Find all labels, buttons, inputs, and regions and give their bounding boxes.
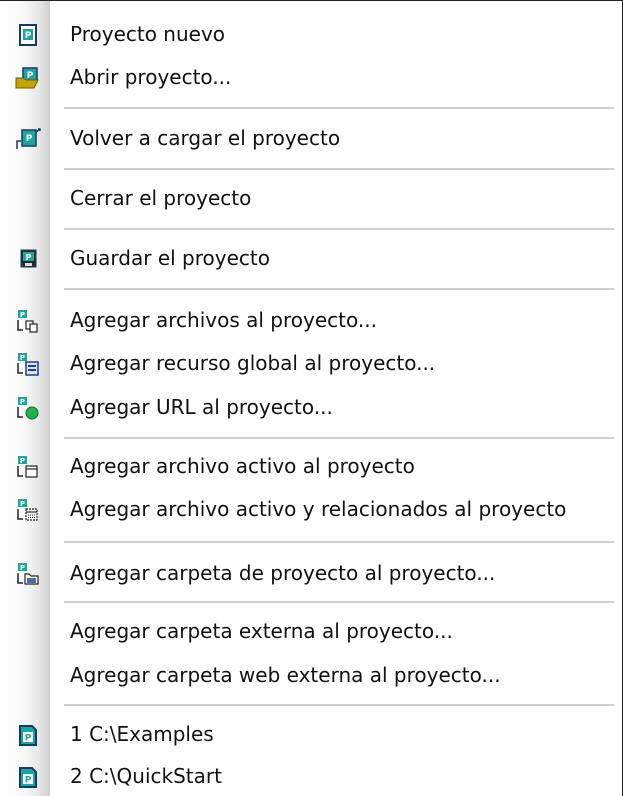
menu-separator bbox=[64, 704, 614, 706]
svg-text:P: P bbox=[20, 564, 25, 572]
menu-separator bbox=[64, 541, 614, 543]
menu-item-save-project[interactable]: P Guardar el proyecto bbox=[0, 238, 622, 278]
menu-item-recent-project-1[interactable]: P 1 C:\Examples bbox=[0, 714, 622, 754]
menu-item-new-project[interactable]: P Proyecto nuevo bbox=[0, 14, 622, 54]
menu-separator bbox=[64, 437, 614, 439]
menu-separator bbox=[64, 601, 614, 603]
reload-project-icon: P bbox=[14, 127, 42, 151]
menu-item-label: Volver a cargar el proyecto bbox=[70, 126, 341, 150]
svg-text:P: P bbox=[20, 354, 25, 362]
menu-separator bbox=[64, 107, 614, 109]
svg-text:P: P bbox=[20, 311, 25, 319]
add-project-folder-icon: P bbox=[14, 562, 42, 586]
svg-text:P: P bbox=[26, 253, 32, 262]
svg-text:P: P bbox=[20, 398, 25, 406]
menu-item-label: 1 C:\Examples bbox=[70, 722, 214, 746]
menu-separator bbox=[64, 168, 614, 170]
add-global-resource-icon: P bbox=[14, 352, 42, 376]
menu-item-add-project-folder[interactable]: P Agregar carpeta de proyecto al proyect… bbox=[0, 553, 622, 593]
menu-item-label: Guardar el proyecto bbox=[70, 246, 270, 270]
svg-text:P: P bbox=[20, 500, 25, 508]
svg-text:P: P bbox=[25, 734, 32, 744]
recent-project-icon: P bbox=[14, 723, 42, 747]
menu-item-label: Agregar recurso global al proyecto... bbox=[70, 351, 436, 375]
menu-item-label: Agregar archivo activo al proyecto bbox=[70, 454, 415, 478]
menu-item-add-active-file[interactable]: P Agregar archivo activo al proyecto bbox=[0, 446, 622, 486]
svg-text:P: P bbox=[26, 134, 33, 144]
menu-item-label: Agregar carpeta de proyecto al proyecto.… bbox=[70, 561, 496, 585]
menu-item-add-files[interactable]: P Agregar archivos al proyecto... bbox=[0, 300, 622, 340]
menu-item-label: Cerrar el proyecto bbox=[70, 186, 252, 210]
new-project-icon: P bbox=[14, 23, 42, 47]
menu-item-close-project[interactable]: Cerrar el proyecto bbox=[0, 178, 622, 218]
menu-item-recent-project-2[interactable]: P 2 C:\QuickStart bbox=[0, 756, 622, 796]
menu-item-label: Agregar carpeta web externa al proyecto.… bbox=[70, 663, 501, 687]
menu-item-label: Proyecto nuevo bbox=[70, 22, 226, 46]
recent-project-icon: P bbox=[14, 765, 42, 789]
menu-item-add-external-folder[interactable]: Agregar carpeta externa al proyecto... bbox=[0, 611, 622, 651]
svg-text:P: P bbox=[25, 31, 32, 41]
menu-item-add-external-web-folder[interactable]: Agregar carpeta web externa al proyecto.… bbox=[0, 655, 622, 695]
menu-item-label: Agregar archivo activo y relacionados al… bbox=[70, 497, 567, 521]
menu-item-label: Agregar carpeta externa al proyecto... bbox=[70, 619, 453, 643]
save-project-icon: P bbox=[14, 247, 42, 271]
add-active-related-icon: P bbox=[14, 498, 42, 522]
svg-text:P: P bbox=[20, 457, 25, 465]
menu-item-label: 2 C:\QuickStart bbox=[70, 764, 222, 788]
menu-separator bbox=[64, 228, 614, 230]
project-menu: P Proyecto nuevo P Abrir proyecto... P V… bbox=[0, 0, 623, 796]
svg-text:P: P bbox=[25, 776, 32, 786]
open-project-icon: P bbox=[14, 66, 42, 90]
menu-item-add-active-related[interactable]: P Agregar archivo activo y relacionados … bbox=[0, 489, 622, 529]
add-active-file-icon: P bbox=[14, 455, 42, 479]
menu-separator bbox=[64, 288, 614, 290]
menu-item-label: Agregar archivos al proyecto... bbox=[70, 308, 377, 332]
menu-item-label: Agregar URL al proyecto... bbox=[70, 395, 333, 419]
add-url-icon: P bbox=[14, 396, 42, 420]
menu-item-add-url[interactable]: P Agregar URL al proyecto... bbox=[0, 387, 622, 427]
menu-item-add-global-resource[interactable]: P Agregar recurso global al proyecto... bbox=[0, 343, 622, 383]
menu-item-open-project[interactable]: P Abrir proyecto... bbox=[0, 57, 622, 97]
menu-item-label: Abrir proyecto... bbox=[70, 65, 232, 89]
menu-item-reload-project[interactable]: P Volver a cargar el proyecto bbox=[0, 118, 622, 158]
add-files-icon: P bbox=[14, 309, 42, 333]
